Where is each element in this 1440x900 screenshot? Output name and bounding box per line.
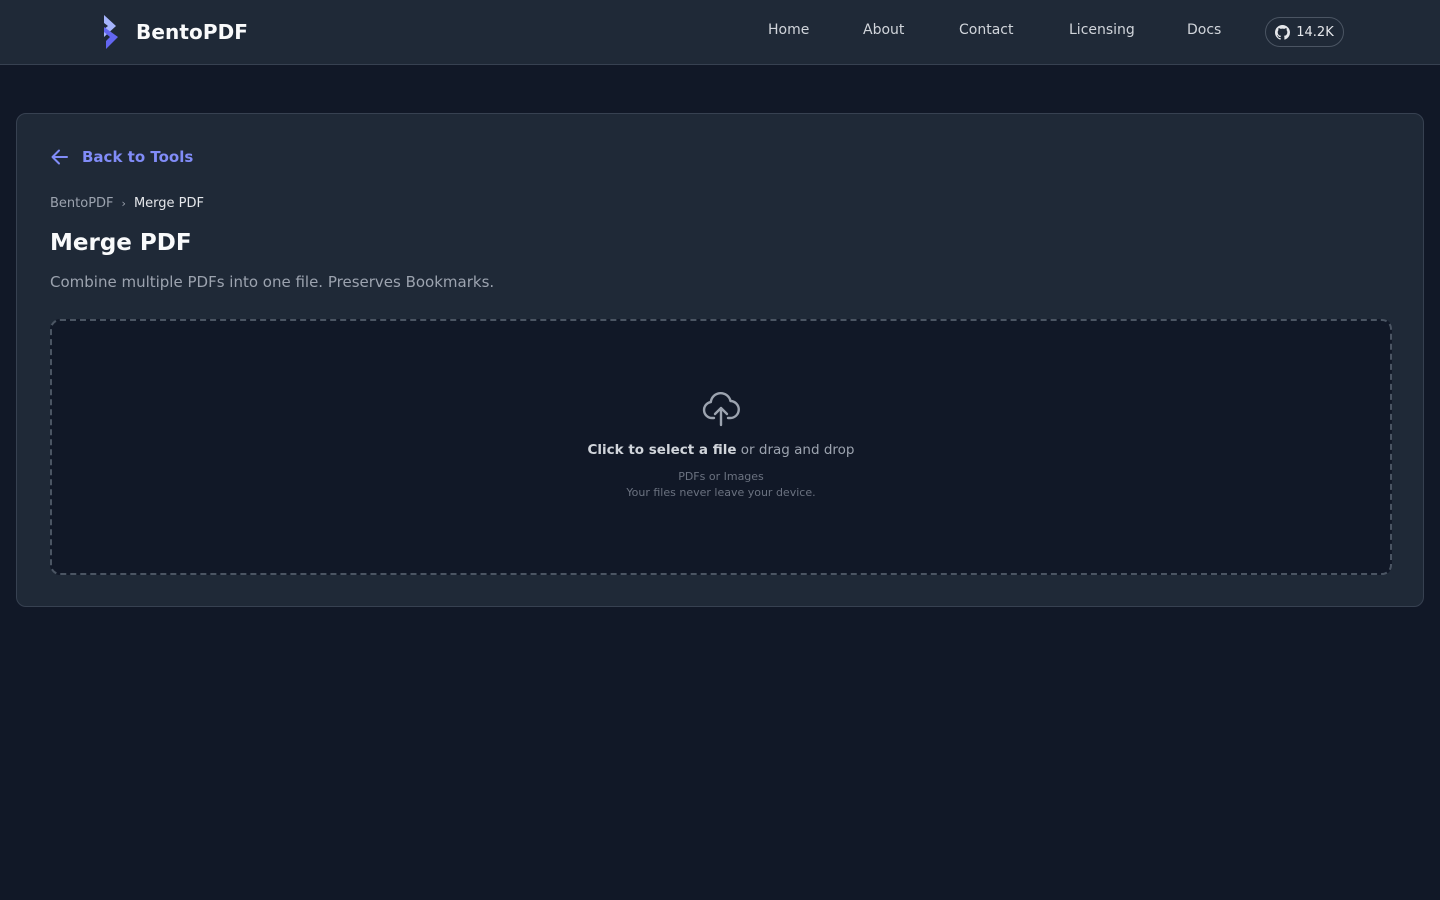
bento-logo-icon: [104, 15, 118, 49]
brand-name: BentoPDF: [136, 20, 249, 44]
accepted-file-types: PDFs or Images: [678, 470, 764, 483]
drop-zone-instructions: Click to select a file or drag and drop: [52, 442, 1390, 458]
github-stars-button[interactable]: 14.2K: [1265, 17, 1344, 47]
top-navigation-bar: BentoPDF Home About Contact Licensing Do…: [0, 0, 1440, 65]
github-icon: [1275, 24, 1291, 40]
nav-home-link[interactable]: Home: [768, 22, 809, 38]
page-title: Merge PDF: [50, 230, 192, 256]
arrow-left-icon: [51, 149, 68, 165]
brand-home-link[interactable]: BentoPDF: [100, 14, 248, 50]
cloud-upload-icon: [701, 389, 741, 429]
nav-docs-link[interactable]: Docs: [1187, 22, 1221, 38]
breadcrumb: BentoPDF › Merge PDF: [50, 196, 204, 211]
page-description: Combine multiple PDFs into one file. Pre…: [50, 273, 495, 291]
breadcrumb-home-link[interactable]: BentoPDF: [50, 196, 114, 211]
privacy-note: Your files never leave your device.: [626, 486, 816, 499]
select-file-prompt[interactable]: Click to select a file: [587, 442, 736, 458]
nav-contact-link[interactable]: Contact: [959, 22, 1013, 38]
back-to-tools-link[interactable]: Back to Tools: [50, 147, 193, 167]
tool-card: Back to Tools BentoPDF › Merge PDF Merge…: [16, 113, 1424, 607]
drag-drop-text: or drag and drop: [736, 442, 855, 458]
nav-licensing-link[interactable]: Licensing: [1069, 22, 1135, 38]
nav-about-link[interactable]: About: [863, 22, 904, 38]
back-to-tools-label: Back to Tools: [82, 148, 194, 166]
file-drop-zone[interactable]: Click to select a file or drag and drop …: [50, 319, 1392, 575]
breadcrumb-current: Merge PDF: [133, 196, 204, 211]
github-star-count: 14.2K: [1296, 24, 1334, 40]
breadcrumb-separator: ›: [121, 197, 126, 210]
